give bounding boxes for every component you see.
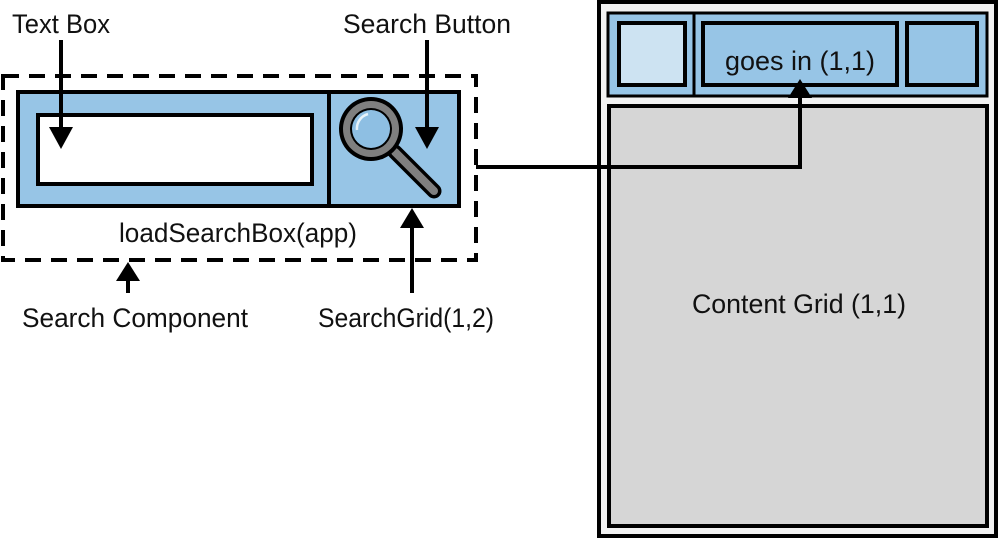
header-cell-left xyxy=(617,21,687,87)
content-grid-label: Content Grid (1,1) xyxy=(692,289,906,319)
search-component-label: Search Component xyxy=(22,303,248,333)
app-frame: goes in (1,1) Content Grid (1,1) xyxy=(597,0,998,538)
search-component: loadSearchBox(app) xyxy=(1,74,478,262)
goes-in-label: goes in (1,1) xyxy=(725,46,875,76)
search-button-label: Search Button xyxy=(343,9,511,39)
search-grid-label: SearchGrid(1,2) xyxy=(318,303,494,333)
diagram-canvas: loadSearchBox(app) Text Box Search Butto… xyxy=(1,0,998,538)
text-box[interactable] xyxy=(36,113,314,186)
text-box-label: Text Box xyxy=(12,9,110,39)
load-search-box-label: loadSearchBox(app) xyxy=(119,218,357,248)
header-cell-right xyxy=(905,21,979,87)
